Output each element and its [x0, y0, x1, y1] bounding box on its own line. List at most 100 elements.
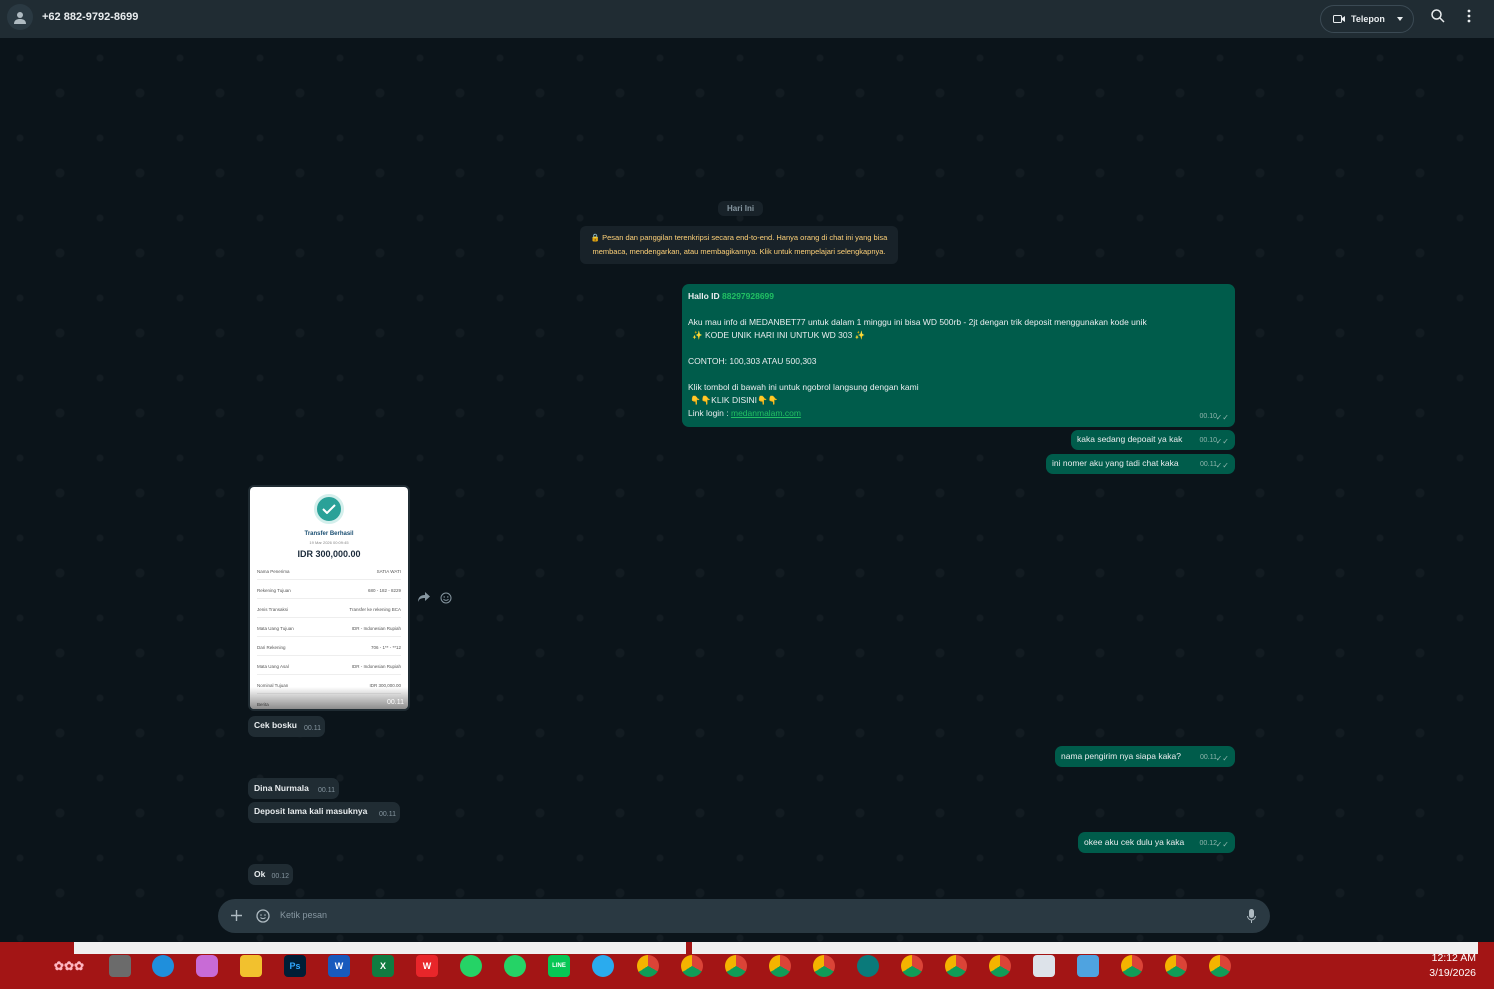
- message-time: 00.10: [1199, 437, 1217, 444]
- chrome-icon[interactable]: [637, 955, 659, 977]
- file-explorer-icon[interactable]: [109, 955, 131, 977]
- message-bubble-outgoing[interactable]: Hallo ID 88297928699 Aku mau info di MED…: [682, 284, 1235, 427]
- edge-icon[interactable]: [152, 955, 174, 977]
- contact-avatar[interactable]: [7, 4, 33, 30]
- message-bubble-incoming[interactable]: Dina Nurmala 00.11: [248, 778, 339, 799]
- sticker-icon[interactable]: [256, 909, 270, 923]
- chrome-icon[interactable]: [681, 955, 703, 977]
- row-value: Transfer ke rekening BCA: [349, 607, 401, 612]
- message-line: Link login : medanmalam.com: [688, 407, 1229, 420]
- windows-sakura-icon[interactable]: ✿✿✿: [44, 955, 94, 977]
- row-label: Rekening Tujuan: [257, 588, 291, 593]
- chat-area: [0, 38, 1494, 942]
- forward-icon[interactable]: [418, 592, 430, 602]
- message-bubble-outgoing[interactable]: ini nomer aku yang tadi chat kaka 00.11 …: [1046, 454, 1235, 474]
- double-check-icon: ✓✓: [1215, 437, 1229, 446]
- message-time: 00.11: [1200, 754, 1217, 761]
- message-time: 00.12: [1199, 840, 1217, 847]
- message-text: Deposit lama kali masuknya: [254, 806, 368, 816]
- search-icon[interactable]: [1431, 9, 1445, 23]
- message-line: Hallo ID 88297928699: [688, 290, 1229, 303]
- message-input[interactable]: Ketik pesan: [280, 910, 327, 920]
- row-value: 680 - 182 - 8229: [367, 588, 401, 593]
- message-bubble-outgoing[interactable]: nama pengirim nya siapa kaka? 00.11 ✓✓: [1055, 746, 1235, 767]
- system-clock[interactable]: 12:12 AM 3/19/2026: [1429, 951, 1476, 981]
- message-bubble-outgoing[interactable]: okee aku cek dulu ya kaka 00.12 ✓✓: [1078, 832, 1235, 853]
- greenhead-icon[interactable]: [857, 955, 879, 977]
- pocket-icon[interactable]: [1033, 955, 1055, 977]
- image-message-receipt[interactable]: Transfer Berhasil 19 Mar 2026 00:09:45 I…: [248, 485, 410, 711]
- chat-scrollbar[interactable]: [1490, 38, 1494, 942]
- message-text: nama pengirim nya siapa kaka?: [1061, 751, 1182, 761]
- hallo-id: 88297928699: [722, 291, 775, 301]
- chrome-icon[interactable]: [901, 955, 923, 977]
- word-icon[interactable]: W: [328, 955, 350, 977]
- receipt-row: Jenis Transaksi Transfer ke rekening BCA: [257, 607, 401, 618]
- date-separator: Hari Ini: [718, 201, 764, 216]
- telegram-icon[interactable]: [592, 955, 614, 977]
- microphone-icon[interactable]: [1247, 909, 1256, 923]
- receipt-date: 19 Mar 2026 00:09:45: [309, 540, 349, 545]
- message-text: kaka sedang depoait ya kak: [1077, 434, 1183, 444]
- hallo-prefix: Hallo ID: [688, 291, 723, 301]
- receipt-title: Transfer Berhasil: [304, 531, 354, 537]
- message-bubble-incoming[interactable]: Ok 00.12: [248, 864, 293, 885]
- chrome-icon[interactable]: [989, 955, 1011, 977]
- login-link[interactable]: medanmalam.com: [731, 408, 801, 418]
- message-time: 00.11: [1200, 461, 1217, 468]
- window-edge: [74, 942, 1478, 954]
- message-time: 00.11: [379, 811, 396, 818]
- line-icon[interactable]: LINE: [548, 955, 570, 977]
- message-line: Klik tombol di bawah ini untuk ngobrol l…: [688, 382, 919, 392]
- login-prefix: Link login :: [688, 408, 731, 418]
- contact-name[interactable]: +62 882-9792-8699: [42, 11, 138, 23]
- chrome-icon[interactable]: [813, 955, 835, 977]
- chrome-icon[interactable]: [1209, 955, 1231, 977]
- row-value: SATIA WATI: [376, 569, 401, 574]
- message-text: Cek bosku: [254, 720, 297, 730]
- receipt-row: Dari Rekening 706 - 1** - **12: [257, 645, 401, 656]
- receipt-image[interactable]: Transfer Berhasil 19 Mar 2026 00:09:45 I…: [250, 487, 408, 709]
- chrome-icon[interactable]: [1165, 955, 1187, 977]
- window-edge-gap: [686, 942, 692, 954]
- folder-icon[interactable]: [240, 955, 262, 977]
- message-time: 00.11: [304, 725, 321, 732]
- whatsapp-business-icon[interactable]: [504, 955, 526, 977]
- chrome-icon[interactable]: [725, 955, 747, 977]
- message-bubble-outgoing[interactable]: kaka sedang depoait ya kak 00.10 ✓✓: [1071, 430, 1235, 450]
- message-line: ✨ KODE UNIK HARI INI UNTUK WD 303 ✨: [692, 330, 866, 340]
- double-check-icon: ✓✓: [1215, 413, 1229, 422]
- call-button[interactable]: Telepon: [1320, 5, 1414, 33]
- more-options-icon[interactable]: [1467, 9, 1471, 23]
- clock-date: 3/19/2026: [1429, 967, 1476, 979]
- chrome-icon[interactable]: [945, 955, 967, 977]
- chevron-down-icon[interactable]: [1396, 17, 1403, 21]
- message-time: 00.11: [318, 787, 335, 794]
- video-call-icon: [1333, 15, 1345, 23]
- plus-icon[interactable]: [231, 910, 242, 921]
- encryption-notice[interactable]: 🔒 Pesan dan panggilan terenkripsi secara…: [580, 226, 898, 264]
- receipt-row: Mata Uang Tujuan IDR - Indonesian Rupiah: [257, 626, 401, 637]
- copilot-icon[interactable]: [196, 955, 218, 977]
- person-icon: [14, 12, 26, 24]
- photoshop-icon[interactable]: Ps: [284, 955, 306, 977]
- chrome-icon[interactable]: [769, 955, 791, 977]
- receipt-amount: IDR 300,000.00: [297, 549, 361, 559]
- message-time: 00.10: [1199, 413, 1217, 420]
- message-bubble-incoming[interactable]: Cek bosku 00.11: [248, 716, 325, 737]
- call-button-label: Telepon: [1351, 14, 1385, 24]
- double-check-icon: ✓✓: [1215, 754, 1229, 763]
- image-time: 00.11: [387, 699, 404, 706]
- row-value: IDR - Indonesian Rupiah: [351, 626, 401, 631]
- message-bubble-incoming[interactable]: Deposit lama kali masuknya 00.11: [248, 802, 400, 823]
- row-label: Jenis Transaksi: [257, 607, 289, 612]
- chrome-icon[interactable]: [1121, 955, 1143, 977]
- message-time: 00.12: [271, 873, 289, 880]
- whatsapp-icon[interactable]: [460, 955, 482, 977]
- emoji-reaction-icon[interactable]: [440, 592, 452, 604]
- notepad-icon[interactable]: [1077, 955, 1099, 977]
- wps-icon[interactable]: W: [416, 955, 438, 977]
- excel-icon[interactable]: X: [372, 955, 394, 977]
